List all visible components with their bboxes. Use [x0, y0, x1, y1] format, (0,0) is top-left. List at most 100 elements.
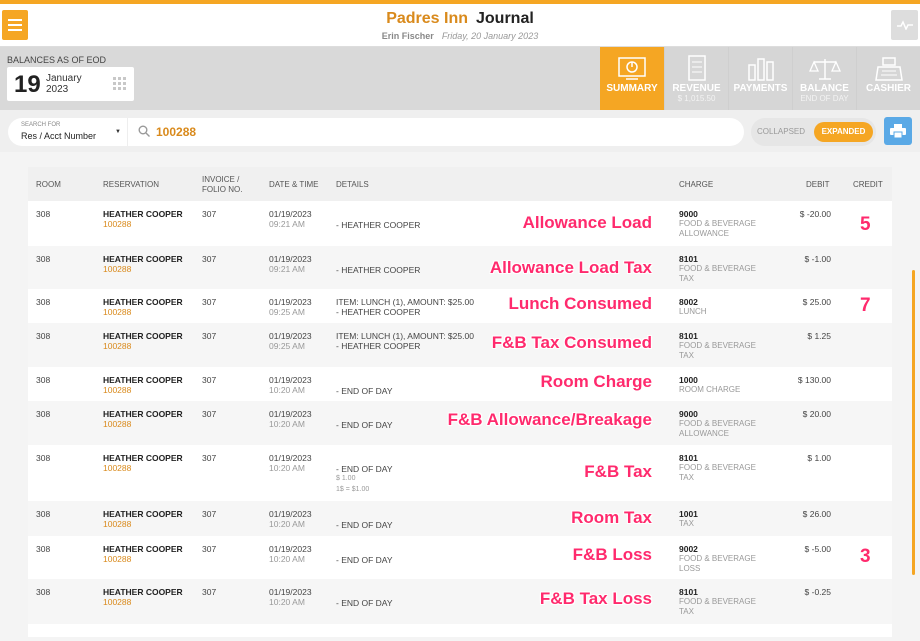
cell-time: 09:21 AM — [269, 264, 305, 274]
view-toggle[interactable]: COLLAPSED EXPANDED — [751, 118, 876, 146]
tab-balance-sub: END OF DAY — [800, 94, 849, 103]
table-row[interactable]: 308 HEATHER COOPER 100288 307 01/19/2023 09:2… — [28, 323, 892, 367]
cell-time: 10:20 AM — [269, 554, 305, 564]
charge-code: 8101 — [679, 254, 698, 264]
charge-desc-1: LUNCH — [679, 307, 707, 316]
cell-date: 01/19/2023 — [269, 331, 312, 341]
reservation-number[interactable]: 100288 — [103, 519, 131, 529]
cell-invoice: 307 — [202, 209, 217, 219]
current-date: Friday, 20 January 2023 — [441, 31, 539, 41]
search-type-value: Res / Acct Number — [21, 131, 97, 141]
cell-time: 10:20 AM — [269, 519, 305, 529]
reservation-name: HEATHER COOPER — [103, 297, 183, 307]
reservation-number[interactable]: 100288 — [103, 341, 131, 351]
col-credit: CREDIT — [853, 180, 883, 189]
reservation-number[interactable]: 100288 — [103, 219, 131, 229]
search-value: 100288 — [156, 125, 197, 139]
module-name: Journal — [476, 10, 534, 27]
cell-time: 10:20 AM — [269, 385, 305, 395]
search-input[interactable]: 100288 — [127, 118, 744, 146]
page-subtitle: Erin Fischer Friday, 20 January 2023 — [0, 31, 920, 41]
reservation-number[interactable]: 100288 — [103, 419, 131, 429]
reservation-name: HEATHER COOPER — [103, 509, 183, 519]
activity-button[interactable] — [891, 10, 918, 40]
cell-invoice: 307 — [202, 331, 217, 341]
annotation-label: F&B Loss — [572, 545, 652, 564]
cell-invoice: 307 — [202, 544, 217, 554]
cell-time: 09:25 AM — [269, 341, 305, 351]
cell-time: 10:20 AM — [269, 419, 305, 429]
credit-annotation-number: 5 — [860, 214, 871, 235]
cell-date: 01/19/2023 — [269, 297, 312, 307]
balances-label: BALANCES AS OF EOD — [7, 55, 107, 65]
annotation-label: Allowance Load Tax — [489, 258, 652, 277]
charge-desc-1: FOOD & BEVERAGE — [679, 597, 756, 606]
reservation-number[interactable]: 100288 — [103, 597, 131, 607]
credit-annotation-number: 7 — [860, 295, 871, 316]
printer-icon — [890, 124, 906, 138]
cell-invoice: 307 — [202, 409, 217, 419]
date-year: 2023 — [46, 84, 69, 95]
cell-date: 01/19/2023 — [269, 587, 312, 597]
reservation-number[interactable]: 100288 — [103, 554, 131, 564]
reservation-number[interactable]: 100288 — [103, 385, 131, 395]
detail-line-1: ITEM: LUNCH (1), AMOUNT: $25.00 — [336, 297, 474, 307]
debit-amount: $ 26.00 — [802, 509, 831, 519]
cell-invoice: 307 — [202, 254, 217, 264]
reservation-number[interactable]: 100288 — [103, 463, 131, 473]
detail-line-2: - END OF DAY — [336, 386, 393, 396]
col-invoice-1: INVOICE / — [202, 175, 240, 184]
collapsed-option[interactable]: COLLAPSED — [757, 127, 805, 136]
table-row[interactable]: 308 HEATHER COOPER 100288 307 01/19/2023 09:2… — [28, 289, 892, 323]
register-icon — [874, 57, 903, 81]
cell-room: 308 — [36, 254, 51, 264]
annotation-label: Room Charge — [540, 372, 652, 391]
reservation-name: HEATHER COOPER — [103, 375, 183, 385]
tab-balance[interactable]: BALANCE END OF DAY — [792, 47, 856, 110]
charge-code: 1000 — [679, 375, 698, 385]
debit-amount: $ -0.25 — [804, 587, 831, 597]
cell-invoice: 307 — [202, 587, 217, 597]
table-row[interactable]: 308 HEATHER COOPER 100288 307 01/19/2023 10:2… — [28, 536, 892, 579]
charge-desc-2: TAX — [679, 607, 694, 616]
table-row[interactable]: 308 HEATHER COOPER 100288 307 01/19/2023 09:2… — [28, 246, 892, 289]
table-row[interactable]: 308 HEATHER COOPER 100288 307 01/19/2023 09:2… — [28, 201, 892, 246]
tab-revenue[interactable]: REVENUE $ 1,015.50 — [664, 47, 728, 110]
tab-payments[interactable]: PAYMENTS — [728, 47, 792, 110]
tab-cashier[interactable]: CASHIER — [856, 47, 920, 110]
cell-date: 01/19/2023 — [269, 209, 312, 219]
debit-amount: $ 1.25 — [807, 331, 831, 341]
search-type-dropdown[interactable]: SEARCH FOR Res / Acct Number ▼ — [8, 118, 127, 146]
expanded-option[interactable]: EXPANDED — [814, 122, 873, 142]
date-picker[interactable]: 19 January 2023 — [7, 67, 134, 101]
date-month: January — [46, 73, 82, 84]
credit-annotation-number: 3 — [860, 546, 871, 567]
cell-room: 308 — [36, 453, 51, 463]
user-name: Erin Fischer — [381, 31, 434, 41]
charge-code: 8101 — [679, 587, 698, 597]
table-row[interactable]: 308 HEATHER COOPER 100288 307 01/19/2023 10:2… — [28, 401, 892, 445]
reservation-number[interactable]: 100288 — [103, 264, 131, 274]
print-button[interactable] — [884, 117, 912, 145]
receipt-icon — [687, 55, 706, 81]
scrollbar[interactable] — [912, 270, 915, 575]
detail-line-2: - END OF DAY — [336, 420, 393, 430]
table-row[interactable]: 308 HEATHER COOPER 100288 307 01/19/2023 10:2… — [28, 579, 892, 624]
table-row[interactable]: 308 HEATHER COOPER 100288 307 01/19/2023 10:2… — [28, 501, 892, 536]
reservation-name: HEATHER COOPER — [103, 587, 183, 597]
calendar-grid-icon[interactable] — [113, 77, 127, 91]
detail-line-2: - END OF DAY — [336, 464, 393, 474]
tab-revenue-amount: $ 1,015.50 — [677, 94, 716, 103]
tab-summary[interactable]: SUMMARY — [600, 47, 664, 117]
col-room: ROOM — [36, 180, 61, 189]
reservation-name: HEATHER COOPER — [103, 209, 183, 219]
annotation-label: F&B Allowance/Breakage — [447, 410, 652, 429]
annotation-label: Lunch Consumed — [508, 294, 652, 313]
cell-date: 01/19/2023 — [269, 544, 312, 554]
date-day: 19 — [14, 71, 41, 98]
page-title: Padres Inn Journal — [0, 10, 920, 28]
table-row[interactable]: 308 HEATHER COOPER 100288 307 01/19/2023 10:2… — [28, 367, 892, 401]
table-row[interactable]: 308 HEATHER COOPER 100288 307 01/19/2023 10:2… — [28, 445, 892, 501]
reservation-number[interactable]: 100288 — [103, 307, 131, 317]
pulse-icon — [896, 20, 913, 30]
